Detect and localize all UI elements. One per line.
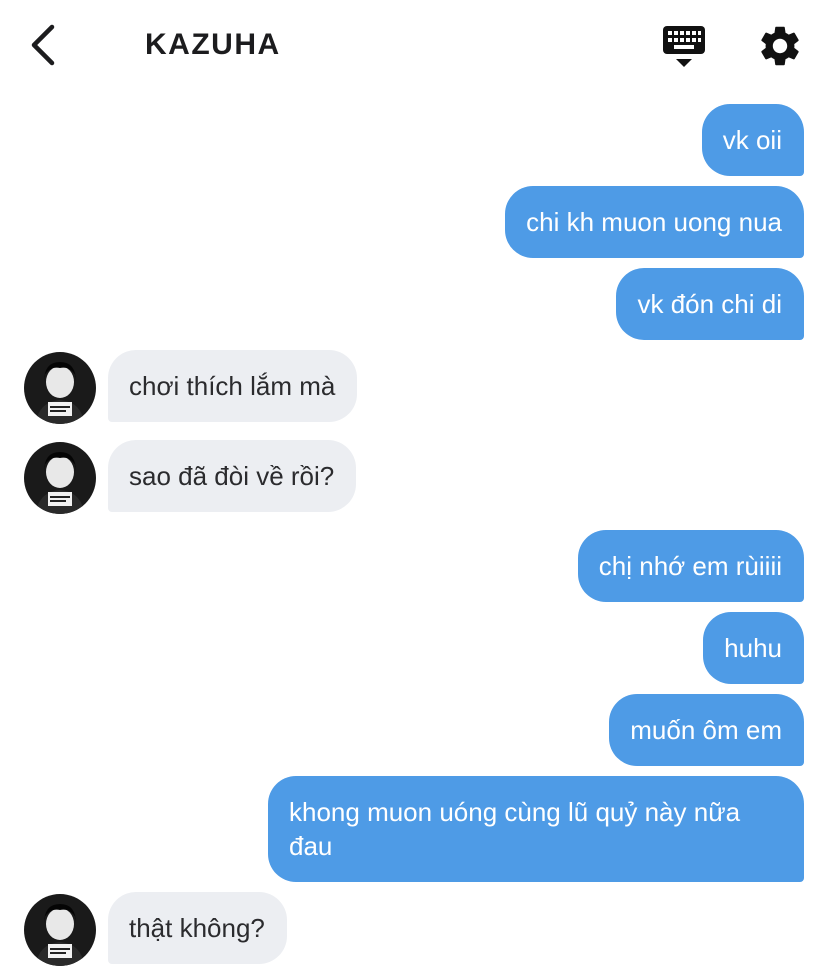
chevron-left-icon	[31, 24, 55, 66]
message-bubble-incoming[interactable]: thật không?	[108, 892, 287, 964]
message-bubble-outgoing[interactable]: chi kh muon uong nua	[505, 186, 804, 258]
avatar-photo	[24, 894, 96, 966]
message-bubble-outgoing[interactable]: muốn ôm em	[609, 694, 804, 766]
chat-header: KAZUHA	[0, 0, 828, 92]
message-bubble-outgoing[interactable]: khong muon uóng cùng lũ quỷ này nữa đau	[268, 776, 804, 882]
back-button[interactable]	[22, 22, 66, 68]
message-bubble-outgoing[interactable]: chị nhớ em rùiiii	[577, 530, 804, 602]
message-bubble-incoming[interactable]: chơi thích lắm mà	[108, 350, 358, 422]
message-bubble-outgoing[interactable]: huhu	[703, 612, 804, 684]
avatar-photo	[24, 352, 96, 424]
message-bubble-outgoing[interactable]: vk đón chi di	[616, 268, 804, 340]
keyboard-button[interactable]	[660, 24, 708, 70]
settings-button[interactable]	[756, 22, 804, 70]
chat-title: KAZUHA	[145, 28, 281, 61]
contact-avatar[interactable]	[24, 894, 96, 966]
contact-avatar[interactable]	[24, 442, 96, 514]
avatar-photo	[24, 442, 96, 514]
keyboard-icon	[663, 26, 705, 67]
gear-icon	[761, 26, 799, 66]
contact-avatar[interactable]	[24, 352, 96, 424]
message-bubble-outgoing[interactable]: vk oii	[701, 104, 804, 176]
message-bubble-incoming[interactable]: sao đã đòi về rồi?	[108, 440, 357, 512]
